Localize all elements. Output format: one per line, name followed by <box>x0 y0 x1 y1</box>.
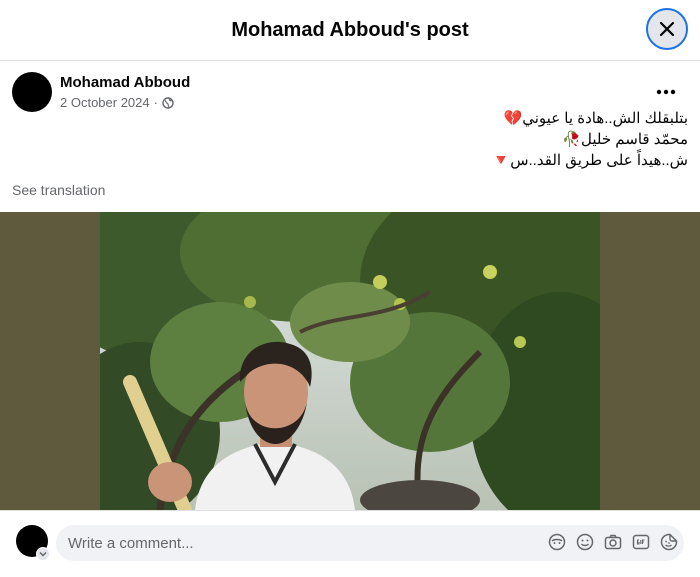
post-text-line: بتلبقلك الش..هادة يا عيوني💔 <box>503 110 688 127</box>
profile-switch-icon[interactable] <box>36 547 50 561</box>
post-photo[interactable] <box>100 212 600 510</box>
post-text-line: ش..هيداً على طريق القد..س🔻 <box>491 152 688 169</box>
gif-icon[interactable] <box>632 533 650 551</box>
post-media[interactable] <box>0 212 700 510</box>
post-text-line: محمّد قاسم خليل🥀 <box>562 131 688 148</box>
avatar-sticker-icon[interactable] <box>548 533 566 551</box>
see-translation-link[interactable]: See translation <box>12 182 105 198</box>
emoji-icon[interactable] <box>576 533 594 551</box>
close-button[interactable] <box>646 8 688 50</box>
more-icon <box>656 89 676 95</box>
camera-icon[interactable] <box>604 533 622 551</box>
close-icon <box>659 21 675 37</box>
more-options-button[interactable] <box>650 76 682 108</box>
comment-tools <box>548 533 678 551</box>
post-text: بتلبقلك الش..هادة يا عيوني💔 محمّد قاسم خ… <box>88 108 688 171</box>
comment-bar <box>0 510 700 577</box>
dialog-title: Mohamad Abboud's post <box>231 18 469 41</box>
author-name[interactable]: Mohamad Abboud <box>60 74 190 91</box>
dialog-header: Mohamad Abboud's post <box>0 0 700 61</box>
sticker-icon[interactable] <box>660 533 678 551</box>
globe-icon <box>162 96 174 109</box>
author-avatar[interactable] <box>12 72 52 112</box>
